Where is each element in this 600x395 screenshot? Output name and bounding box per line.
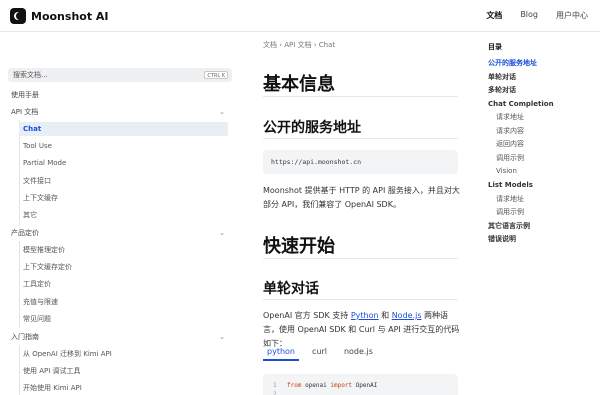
sidebar-item-label: Chat	[23, 125, 42, 133]
chevron-down-icon: ⌄	[219, 108, 225, 116]
toc-item-request-body[interactable]: 请求内容	[496, 125, 524, 137]
nav-link-user-center[interactable]: 用户中心	[556, 10, 588, 21]
nav-link-docs[interactable]: 文档	[486, 10, 502, 21]
toc-item-example[interactable]: 调用示例	[496, 152, 524, 164]
code-line: 1 from openai import OpenAI	[273, 381, 377, 390]
sidebar-item-label: 使用手册	[11, 91, 39, 99]
heading-basic-info: 基本信息	[263, 74, 335, 95]
sidebar-item-tool-pricing[interactable]: 工具定价	[19, 277, 228, 291]
sdk-paragraph-text: OpenAI 官方 SDK 支持	[263, 311, 351, 320]
line-number: 1	[273, 382, 277, 389]
brand-logo[interactable]: Moonshot AI	[10, 8, 109, 24]
sidebar-item-label: 开始使用 Kimi API	[23, 384, 82, 392]
sidebar-item-migrate-openai[interactable]: 从 OpenAI 迁移到 Kimi API	[19, 347, 228, 361]
python-link[interactable]: Python	[351, 311, 379, 320]
sidebar-item-label: 其它	[23, 211, 37, 219]
intro-paragraph: Moonshot 提供基于 HTTP 的 API 服务接入，并且对大部分 API…	[263, 186, 460, 209]
sidebar-item-api-debug[interactable]: 使用 API 调试工具	[19, 364, 228, 378]
sidebar-section-getting-started[interactable]: 入门指南 ⌄	[11, 330, 229, 344]
divider	[263, 258, 458, 259]
sidebar-item-label: Tool Use	[23, 142, 52, 150]
heading-endpoint: 公开的服务地址	[263, 120, 361, 136]
sidebar-item-label: 上下文缓存定价	[23, 263, 72, 271]
moonshot-logo-icon	[10, 8, 26, 24]
sidebar-item-label: 模型推理定价	[23, 246, 65, 254]
toc-item-other-languages[interactable]: 其它语言示例	[488, 220, 530, 232]
code-keyword: import	[330, 382, 353, 389]
sidebar-item-context-cache[interactable]: 上下文缓存	[19, 191, 228, 205]
sidebar-item-files[interactable]: 文件接口	[19, 174, 228, 188]
code-token: openai	[301, 382, 331, 389]
sdk-paragraph: OpenAI 官方 SDK 支持 Python 和 Node.js 两种语言，使…	[263, 309, 463, 351]
toc-item-list-models[interactable]: List Models	[488, 179, 533, 191]
tab-curl[interactable]: curl	[308, 347, 331, 361]
nav-link-blog[interactable]: Blog	[520, 10, 538, 21]
heading-quickstart: 快速开始	[263, 236, 335, 257]
toc-item-example-2[interactable]: 调用示例	[496, 206, 524, 218]
line-number: 2	[273, 391, 277, 395]
sidebar-item-faq[interactable]: 常见问题	[19, 312, 228, 326]
sidebar-item-label: 入门指南	[11, 333, 39, 341]
sidebar-item-start-kimi-api[interactable]: 开始使用 Kimi API	[19, 381, 228, 395]
code-token: OpenAI	[352, 382, 378, 389]
sidebar-item-recharge[interactable]: 充值与限速	[19, 295, 228, 309]
sidebar-item-label: 常见问题	[23, 315, 51, 323]
sidebar-item-chat[interactable]: Chat	[19, 122, 228, 136]
toc-item-endpoint[interactable]: 公开的服务地址	[488, 57, 537, 69]
sidebar-item-cache-pricing[interactable]: 上下文缓存定价	[19, 260, 228, 274]
toc-item-multi-turn[interactable]: 多轮对话	[488, 84, 516, 96]
sidebar-item-label: 上下文缓存	[23, 194, 58, 202]
sidebar-item-label: 充值与限速	[23, 298, 58, 306]
sidebar-item-partial-mode[interactable]: Partial Mode	[19, 156, 228, 170]
sidebar-item-other[interactable]: 其它	[19, 208, 228, 222]
search-placeholder: 搜索文档...	[13, 71, 48, 79]
sidebar-section-api-docs[interactable]: API 文档 ⌄	[11, 105, 229, 119]
heading-single-turn: 单轮对话	[263, 281, 319, 297]
nodejs-link[interactable]: Node.js	[392, 311, 422, 320]
sidebar-item-user-manual[interactable]: 使用手册	[11, 88, 229, 102]
code-line: 2	[273, 390, 287, 395]
search-shortcut-badge: CTRL K	[204, 71, 228, 79]
sidebar-item-tool-use[interactable]: Tool Use	[19, 139, 228, 153]
toc-item-request-url-2[interactable]: 请求地址	[496, 193, 524, 205]
code-example-block: 1 from openai import OpenAI 2	[263, 374, 458, 395]
sidebar-item-label: 使用 API 调试工具	[23, 367, 81, 375]
toc-item-vision[interactable]: Vision	[496, 165, 517, 177]
code-keyword: from	[287, 382, 302, 389]
divider	[263, 299, 458, 300]
tab-python[interactable]: python	[263, 347, 299, 361]
endpoint-code-block: https://api.moonshot.cn	[263, 150, 458, 174]
sidebar-item-label: 产品定价	[11, 229, 39, 237]
toc-item-errors[interactable]: 错误说明	[488, 233, 516, 245]
sidebar-section-pricing[interactable]: 产品定价 ⌄	[11, 226, 229, 240]
tab-nodejs[interactable]: node.js	[340, 347, 377, 361]
sdk-paragraph-text: 和	[378, 311, 392, 320]
sidebar-item-model-pricing[interactable]: 模型推理定价	[19, 243, 228, 257]
chevron-down-icon: ⌄	[219, 333, 225, 341]
sidebar-item-label: Partial Mode	[23, 159, 67, 167]
top-nav-links: 文档 Blog 用户中心	[486, 10, 588, 21]
toc-title: 目录	[488, 43, 502, 51]
top-navbar: Moonshot AI 文档 Blog 用户中心	[0, 0, 600, 32]
chevron-down-icon: ⌄	[219, 229, 225, 237]
sidebar-item-label: 从 OpenAI 迁移到 Kimi API	[23, 350, 112, 358]
search-input[interactable]: 搜索文档... CTRL K	[8, 68, 232, 82]
toc-item-request-url[interactable]: 请求地址	[496, 111, 524, 123]
sidebar-item-label: 文件接口	[23, 177, 51, 185]
code-language-tabs: python curl node.js	[263, 347, 386, 361]
sidebar-item-label: 工具定价	[23, 280, 51, 288]
breadcrumb: 文档 › API 文档 › Chat	[263, 41, 336, 49]
toc-item-single-turn[interactable]: 单轮对话	[488, 71, 516, 83]
toc-item-chat-completion[interactable]: Chat Completion	[488, 98, 554, 110]
divider	[263, 138, 458, 139]
brand-name: Moonshot AI	[31, 9, 109, 23]
sidebar-item-label: API 文档	[11, 108, 39, 116]
divider	[263, 96, 458, 97]
toc-item-response-body[interactable]: 返回内容	[496, 138, 524, 150]
